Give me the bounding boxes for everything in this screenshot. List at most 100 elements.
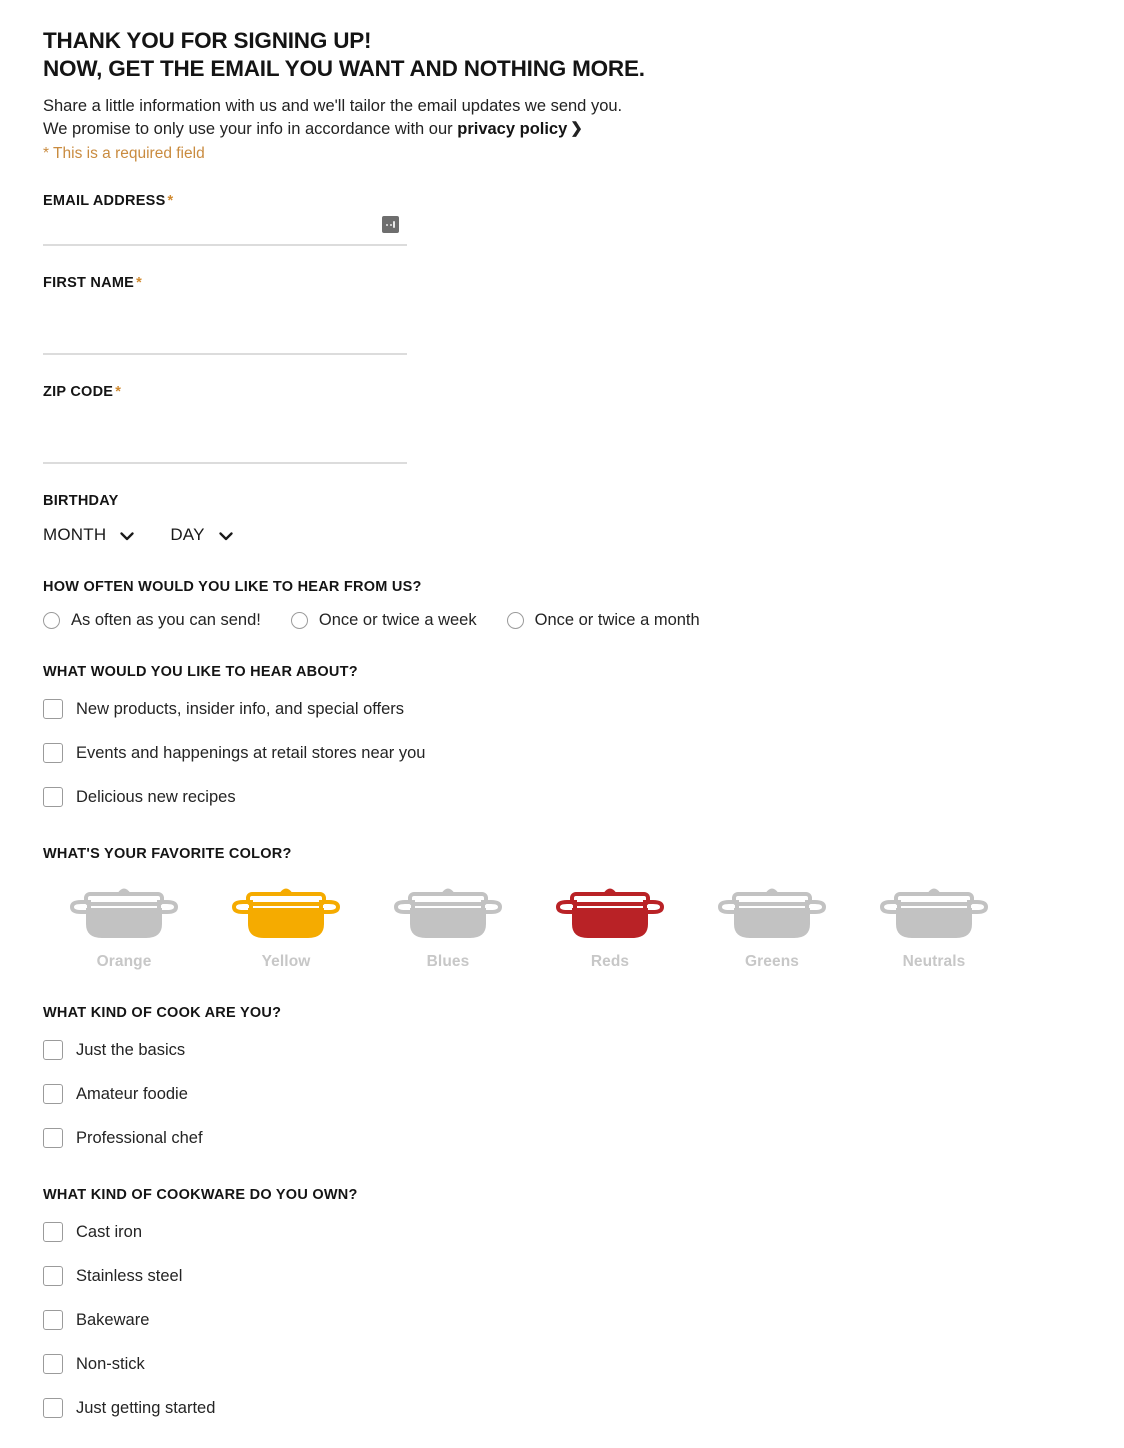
topics-option-label: Events and happenings at retail stores n… [76, 743, 426, 762]
color-option-label: Blues [426, 953, 470, 971]
topics-option-0[interactable]: New products, insider info, and special … [43, 694, 1081, 724]
cook-type-section: WHAT KIND OF COOK ARE YOU? Just the basi… [43, 1005, 1081, 1153]
topics-options: New products, insider info, and special … [43, 694, 1081, 812]
topics-option-1[interactable]: Events and happenings at retail stores n… [43, 738, 1081, 768]
frequency-option-1[interactable]: Once or twice a week [290, 611, 477, 630]
headline-line-2: NOW, GET THE EMAIL YOU WANT AND NOTHING … [43, 55, 645, 81]
birthday-month-value: MONTH [43, 525, 107, 545]
topics-section: WHAT WOULD YOU LIKE TO HEAR ABOUT? New p… [43, 664, 1081, 812]
zip-code-label: ZIP CODE * [43, 384, 1081, 400]
zip-code-input[interactable] [43, 436, 407, 465]
topics-title: WHAT WOULD YOU LIKE TO HEAR ABOUT? [43, 664, 358, 681]
dutch-oven-pot-icon [879, 888, 989, 939]
checkbox-icon[interactable] [43, 1354, 63, 1375]
checkbox-icon[interactable] [43, 787, 63, 808]
checkbox-icon[interactable] [43, 1266, 63, 1287]
privacy-policy-link[interactable]: privacy policy [457, 120, 567, 138]
frequency-option-label: As often as you can send! [71, 611, 261, 630]
email-field-group: EMAIL ADDRESS * [43, 193, 1081, 247]
cook-type-option-label: Amateur foodie [76, 1084, 188, 1103]
email-input[interactable] [43, 218, 407, 247]
cookware-option-2[interactable]: Bakeware [43, 1305, 1081, 1335]
first-name-field-group: FIRST NAME * [43, 275, 1081, 356]
radio-icon[interactable] [290, 612, 308, 630]
zip-code-label-text: ZIP CODE [43, 384, 114, 401]
cookware-option-label: Cast iron [76, 1222, 143, 1241]
dutch-oven-pot-icon [717, 888, 827, 939]
chevron-down-icon [218, 530, 233, 543]
checkbox-icon[interactable] [43, 699, 63, 720]
birthday-selects: MONTH DAY [43, 525, 1081, 545]
headline-line-1: THANK YOU FOR SIGNING UP! [43, 28, 372, 53]
checkbox-icon[interactable] [43, 1040, 63, 1061]
color-option-label: Yellow [261, 953, 311, 971]
cookware-option-3[interactable]: Non-stick [43, 1349, 1081, 1379]
color-option-orange[interactable]: Orange [43, 876, 205, 971]
birthday-day-select[interactable]: DAY [170, 525, 233, 545]
intro-line-2-prefix: We promise to only use your info in acco… [43, 119, 458, 138]
required-asterisk: * [167, 193, 174, 210]
cookware-section: WHAT KIND OF COOKWARE DO YOU OWN? Cast i… [43, 1187, 1081, 1423]
color-option-label: Reds [590, 953, 630, 971]
checkbox-icon[interactable] [43, 1128, 63, 1149]
required-asterisk: * [115, 384, 122, 401]
color-option-yellow[interactable]: Yellow [205, 876, 367, 971]
cook-type-option-0[interactable]: Just the basics [43, 1035, 1081, 1065]
color-option-reds[interactable]: Reds [529, 876, 691, 971]
color-option-neutrals[interactable]: Neutrals [853, 876, 1015, 971]
topics-option-2[interactable]: Delicious new recipes [43, 782, 1081, 812]
checkbox-icon[interactable] [43, 743, 63, 764]
signup-preferences-page: THANK YOU FOR SIGNING UP! NOW, GET THE E… [0, 0, 1124, 1448]
frequency-option-0[interactable]: As often as you can send! [43, 611, 261, 630]
chevron-down-glyph [120, 532, 134, 541]
checkbox-icon[interactable] [43, 1310, 63, 1331]
cook-type-option-1[interactable]: Amateur foodie [43, 1079, 1081, 1109]
cookware-options: Cast iron Stainless steel Bakeware Non-s… [43, 1217, 1081, 1423]
chevron-right-icon: ❯ [570, 119, 583, 137]
frequency-title: HOW OFTEN WOULD YOU LIKE TO HEAR FROM US… [43, 579, 422, 596]
cookware-title: WHAT KIND OF COOKWARE DO YOU OWN? [43, 1187, 358, 1204]
birthday-month-select[interactable]: MONTH [43, 525, 134, 545]
cookware-option-0[interactable]: Cast iron [43, 1217, 1081, 1247]
autofill-suggestions-icon[interactable] [382, 216, 399, 234]
zip-code-input-wrap [43, 436, 407, 465]
first-name-label: FIRST NAME * [43, 275, 1081, 291]
color-option-blues[interactable]: Blues [367, 876, 529, 971]
frequency-option-label: Once or twice a month [534, 611, 700, 630]
radio-icon[interactable] [506, 612, 524, 630]
first-name-label-text: FIRST NAME [43, 275, 135, 292]
favorite-color-options: Orange Yellow Blues Reds Greens Neutrals [43, 876, 1081, 971]
dutch-oven-pot-icon [231, 888, 341, 939]
chevron-down-icon [120, 530, 134, 543]
frequency-option-label: Once or twice a week [318, 611, 477, 630]
frequency-option-2[interactable]: Once or twice a month [506, 611, 700, 630]
cookware-option-label: Just getting started [76, 1398, 216, 1417]
birthday-label: BIRTHDAY [43, 493, 119, 510]
cookware-option-4[interactable]: Just getting started [43, 1393, 1081, 1423]
cookware-option-label: Stainless steel [76, 1266, 183, 1285]
first-name-input[interactable] [43, 327, 407, 356]
birthday-field-group: BIRTHDAY MONTH DAY [43, 493, 1081, 545]
cook-type-title: WHAT KIND OF COOK ARE YOU? [43, 1005, 282, 1022]
dutch-oven-pot-icon [69, 888, 179, 939]
chevron-down-glyph [218, 532, 233, 541]
checkbox-icon[interactable] [43, 1398, 63, 1419]
color-option-greens[interactable]: Greens [691, 876, 853, 971]
intro-text: Share a little information with us and w… [43, 95, 1081, 140]
checkbox-icon[interactable] [43, 1222, 63, 1243]
cook-type-option-2[interactable]: Professional chef [43, 1123, 1081, 1153]
cookware-option-label: Bakeware [76, 1310, 150, 1329]
color-option-label: Neutrals [902, 953, 966, 971]
cook-type-option-label: Just the basics [76, 1040, 186, 1059]
email-label-text: EMAIL ADDRESS [43, 193, 166, 210]
radio-icon[interactable] [43, 612, 60, 630]
favorite-color-section: WHAT'S YOUR FAVORITE COLOR? Orange Yello… [43, 846, 1081, 971]
intro-line-1: Share a little information with us and w… [43, 97, 623, 116]
first-name-input-wrap [43, 327, 407, 356]
checkbox-icon[interactable] [43, 1084, 63, 1105]
cookware-option-1[interactable]: Stainless steel [43, 1261, 1081, 1291]
birthday-day-value: DAY [170, 525, 205, 545]
topics-option-label: Delicious new recipes [76, 787, 236, 806]
color-option-label: Orange [96, 953, 152, 971]
email-label: EMAIL ADDRESS * [43, 193, 1081, 209]
